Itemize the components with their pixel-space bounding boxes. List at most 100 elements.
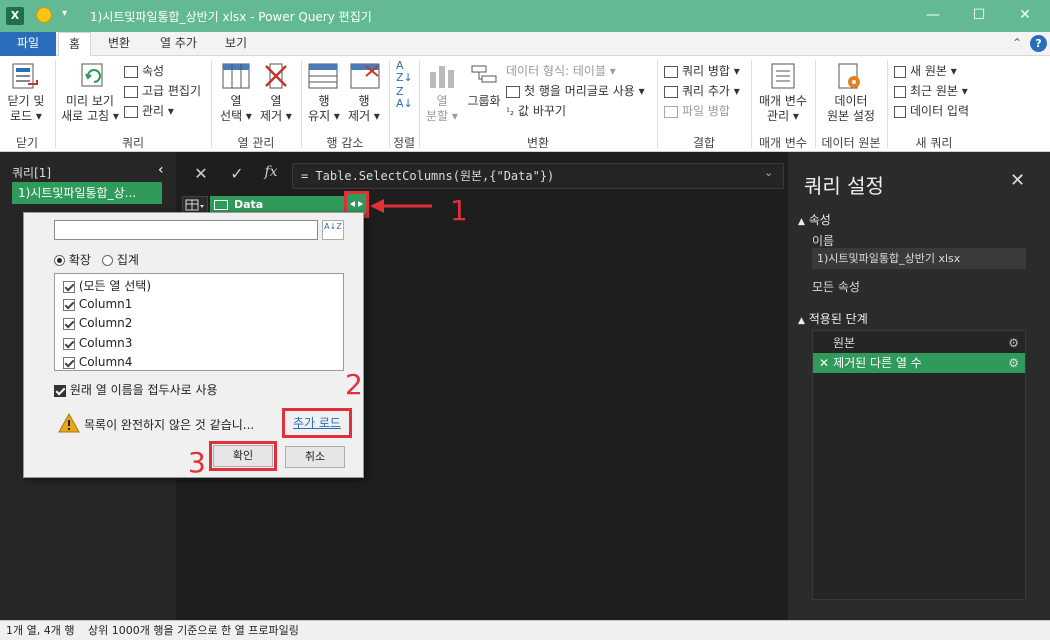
- remove-rows-button[interactable]: 행 제거 ▾: [342, 94, 386, 124]
- choose-columns-button[interactable]: 열 선택 ▾: [214, 94, 258, 124]
- ribbon-tabs: 파일 홈 변환 열 추가 보기 ⌃ ?: [0, 32, 1050, 57]
- advanced-editor-button[interactable]: 고급 편집기: [124, 82, 201, 99]
- list-item[interactable]: Column4: [63, 355, 132, 369]
- manage-parameters-button[interactable]: 매개 변수 관리 ▾: [752, 94, 814, 124]
- split-column-icon: [428, 62, 458, 93]
- sort-icon[interactable]: A↓Z: [322, 220, 344, 240]
- column-search-input[interactable]: [54, 220, 318, 240]
- properties-section[interactable]: ▲ 속성: [798, 211, 831, 228]
- replace-values-button[interactable]: ¹₂ 값 바꾸기: [506, 102, 566, 119]
- list-item[interactable]: Column1: [63, 297, 132, 311]
- data-source-settings-button[interactable]: 데이터 원본 설정: [816, 94, 886, 124]
- tab-transform[interactable]: 변환: [98, 32, 140, 56]
- remove-columns-icon: [262, 62, 290, 93]
- status-rows-cols: 1개 열, 4개 행: [6, 624, 75, 637]
- applied-steps-section[interactable]: ▲ 적용된 단계: [798, 310, 868, 327]
- queries-header: 쿼리[1]: [12, 166, 52, 180]
- ok-button[interactable]: 확인: [213, 445, 273, 467]
- group-by-button[interactable]: 그룹화: [462, 94, 506, 109]
- data-type-dropdown[interactable]: 데이터 형식: 테이블 ▾: [506, 62, 616, 79]
- ok-button-highlight: 확인: [209, 441, 277, 471]
- formula-cancel-button[interactable]: ✕: [186, 164, 216, 183]
- append-queries-button[interactable]: 쿼리 추가 ▾: [664, 82, 740, 99]
- keep-rows-button[interactable]: 행 유지 ▾: [302, 94, 346, 124]
- use-first-row-headers-button[interactable]: 첫 행을 머리글로 사용 ▾: [506, 82, 645, 99]
- collapse-ribbon-icon[interactable]: ⌃: [1012, 36, 1022, 50]
- list-item[interactable]: Column3: [63, 336, 132, 350]
- quick-access-dropdown-icon[interactable]: ▾: [62, 8, 67, 19]
- manage-label: 관리 ▾: [142, 104, 174, 118]
- tab-view[interactable]: 보기: [215, 32, 257, 56]
- merge-queries-button[interactable]: 쿼리 병합 ▾: [664, 62, 740, 79]
- radio-expand[interactable]: 확장: [54, 251, 91, 268]
- use-prefix-checkbox[interactable]: 원래 열 이름을 접두사로 사용: [54, 381, 218, 398]
- group-label-manage-columns: 열 관리: [237, 136, 275, 150]
- load-more-link-box[interactable]: 추가 로드: [282, 408, 352, 438]
- tab-home[interactable]: 홈: [58, 32, 92, 57]
- gear-icon[interactable]: ⚙: [1008, 353, 1019, 373]
- help-icon[interactable]: ?: [1030, 35, 1047, 52]
- properties-section-label: 속성: [808, 213, 831, 227]
- expand-column-popup: A↓Z 확장 집계 (모든 열 선택) Column1 Column2 Colu…: [23, 212, 364, 478]
- manage-icon: [124, 105, 138, 118]
- use-first-row-label: 첫 행을 머리글로 사용 ▾: [524, 84, 645, 98]
- close-window-button[interactable]: ✕: [1002, 0, 1048, 32]
- cancel-button[interactable]: 취소: [285, 446, 345, 468]
- list-item[interactable]: Column2: [63, 316, 132, 330]
- merge-queries-label: 쿼리 병합 ▾: [682, 64, 740, 78]
- sort-ascending-icon[interactable]: A Z↓: [396, 60, 413, 84]
- list-item-label: Column3: [78, 336, 133, 350]
- maximize-button[interactable]: ☐: [956, 0, 1002, 32]
- append-queries-label: 쿼리 추가 ▾: [682, 84, 740, 98]
- step-item-selected[interactable]: ✕ 제거된 다른 열 수 ⚙: [813, 353, 1025, 373]
- query-name-field[interactable]: 1)시트및파일통합_상반기 xlsx: [812, 248, 1026, 269]
- properties-button[interactable]: 속성: [124, 62, 164, 79]
- load-more-link[interactable]: 추가 로드: [293, 416, 341, 430]
- query-item[interactable]: 1)시트및파일통합_상...: [12, 182, 162, 204]
- formula-expand-icon[interactable]: ⌄: [764, 166, 773, 179]
- data-source-settings-icon: [836, 62, 864, 93]
- recent-sources-button[interactable]: 최근 원본 ▾: [894, 82, 968, 99]
- radio-aggregate[interactable]: 집계: [102, 251, 139, 268]
- gear-icon[interactable]: ⚙: [1008, 333, 1019, 353]
- remove-columns-button[interactable]: 열 제거 ▾: [254, 94, 298, 124]
- manage-button[interactable]: 관리 ▾: [124, 102, 174, 119]
- replace-values-icon: ¹₂: [506, 107, 515, 118]
- split-column-button[interactable]: 열 분할 ▾: [422, 94, 462, 124]
- combine-files-button[interactable]: 파일 병합: [664, 102, 730, 119]
- table-type-icon: [214, 200, 228, 210]
- checkbox: [63, 298, 75, 311]
- sort-descending-icon[interactable]: Z A↓: [396, 86, 413, 110]
- enter-data-icon: [894, 105, 906, 118]
- column-checklist: (모든 열 선택) Column1 Column2 Column3 Column…: [54, 273, 344, 371]
- radio-expand-dot: [54, 255, 65, 266]
- smiley-icon[interactable]: [36, 7, 52, 23]
- group-label-combine: 결합: [692, 136, 716, 150]
- status-profiling[interactable]: 상위 1000개 행을 기준으로 한 열 프로파일링: [88, 621, 299, 640]
- minimize-button[interactable]: —: [910, 0, 956, 32]
- delete-step-icon[interactable]: ✕: [819, 356, 829, 370]
- step-item[interactable]: 원본 ⚙: [813, 333, 1025, 353]
- group-label-parameters: 매개 변수: [759, 136, 807, 150]
- replace-values-label: 값 바꾸기: [518, 104, 567, 118]
- fx-button[interactable]: fx: [256, 164, 286, 180]
- list-item[interactable]: (모든 열 선택): [63, 277, 151, 294]
- applied-steps-label: 적용된 단계: [808, 312, 868, 326]
- radio-aggregate-label: 집계: [116, 253, 139, 267]
- refresh-preview-button[interactable]: 미리 보기 새로 고침 ▾: [58, 94, 122, 124]
- tab-add-column[interactable]: 열 추가: [150, 32, 207, 56]
- formula-bar[interactable]: = Table.SelectColumns(원본,{"Data"}): [292, 163, 784, 189]
- enter-data-button[interactable]: 데이터 입력: [894, 102, 969, 119]
- list-item-label: Column1: [78, 297, 133, 311]
- new-source-button[interactable]: 새 원본 ▾: [894, 62, 957, 79]
- table-header-icon: [506, 85, 520, 98]
- group-label-close: 닫기: [15, 136, 39, 150]
- annotation-number-2: 2: [345, 368, 363, 401]
- all-properties-link[interactable]: 모든 속성: [812, 278, 860, 295]
- close-pane-icon[interactable]: ✕: [1010, 170, 1025, 191]
- collapse-pane-icon[interactable]: ‹: [158, 162, 164, 178]
- formula-confirm-button[interactable]: ✓: [222, 164, 252, 183]
- ribbon: 닫기 및 로드 ▾ 닫기 미리 보기 새로 고침 ▾ 속성 고급 편집기 관리 …: [0, 56, 1050, 152]
- close-load-button[interactable]: 닫기 및 로드 ▾: [4, 94, 48, 124]
- tab-file[interactable]: 파일: [0, 32, 56, 56]
